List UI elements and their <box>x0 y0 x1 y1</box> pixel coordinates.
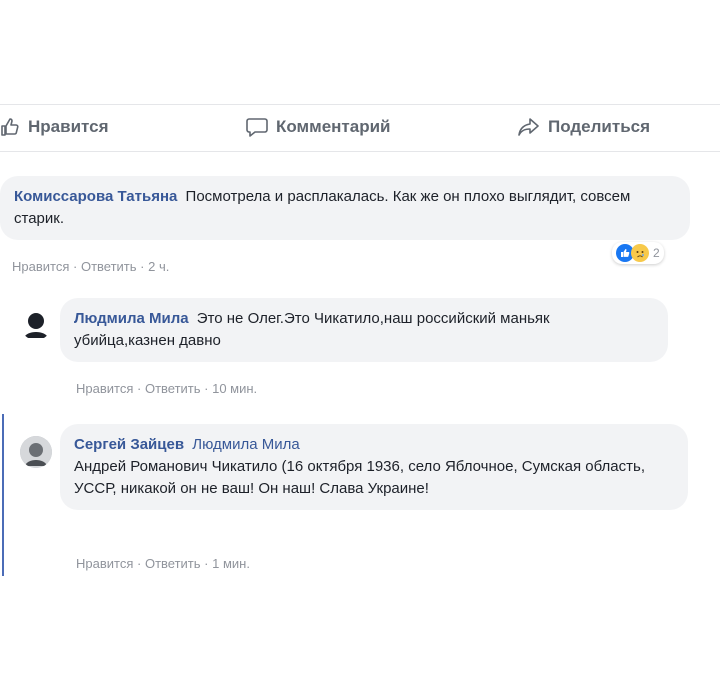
reply-author[interactable]: Сергей Зайцев <box>74 436 184 453</box>
like-button[interactable]: Нравится <box>0 117 109 137</box>
comment-bubble: Комиссарова Татьяна Посмотрела и расплак… <box>0 176 690 240</box>
thumbs-up-icon <box>1 118 19 136</box>
comment-reply-link[interactable]: Ответить <box>81 259 137 274</box>
comment-like-link[interactable]: Нравится <box>12 259 69 274</box>
reply-time[interactable]: 10 мин. <box>212 381 257 396</box>
post-action-bar: Нравится Комментарий Поделиться <box>0 104 720 152</box>
reply-meta: Нравится · Ответить · 1 мин. <box>76 556 250 571</box>
reaction-summary[interactable]: 2 <box>612 242 664 264</box>
reply-reply-link[interactable]: Ответить <box>145 556 201 571</box>
share-icon <box>518 118 539 136</box>
comment-label: Комментарий <box>276 117 391 136</box>
reply-meta: Нравится · Ответить · 10 мин. <box>76 381 258 396</box>
user-avatar-icon <box>20 308 52 340</box>
reply-like-link[interactable]: Нравится <box>76 556 133 571</box>
share-button[interactable]: Поделиться <box>518 117 650 137</box>
reply-author[interactable]: Людмила Мила <box>74 310 189 327</box>
avatar[interactable] <box>20 436 52 468</box>
reply-reply-link[interactable]: Ответить <box>145 381 201 396</box>
comment-button[interactable]: Комментарий <box>246 117 390 137</box>
user-avatar-icon <box>20 436 52 468</box>
reply-bubble: Людмила Мила Это не Олег.Это Чикатило,на… <box>60 298 668 362</box>
comment-time[interactable]: 2 ч. <box>148 259 169 274</box>
reply-mention[interactable]: Людмила Мила <box>192 436 299 453</box>
comment-meta: Нравится · Ответить · 2 ч. <box>12 259 170 274</box>
reply-like-link[interactable]: Нравится <box>76 381 133 396</box>
reply-text: Андрей Романович Чикатило (16 октября 19… <box>74 458 645 497</box>
thread-indicator <box>2 414 4 576</box>
like-label: Нравится <box>28 117 109 136</box>
share-label: Поделиться <box>548 117 651 136</box>
sad-icon <box>631 244 649 262</box>
avatar[interactable] <box>20 308 52 340</box>
reply-time[interactable]: 1 мин. <box>212 556 250 571</box>
reply-bubble: Сергей Зайцев Людмила Мила Андрей Романо… <box>60 424 688 510</box>
comment-author[interactable]: Комиссарова Татьяна <box>14 188 177 205</box>
comment-icon <box>246 118 268 137</box>
reaction-count: 2 <box>653 246 660 260</box>
